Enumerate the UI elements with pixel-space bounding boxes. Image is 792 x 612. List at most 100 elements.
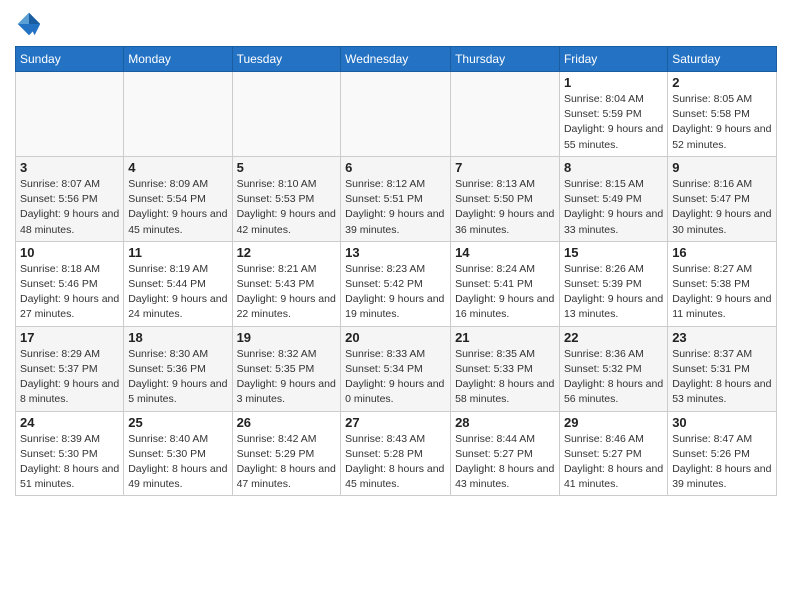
calendar-weekday-thursday: Thursday	[451, 47, 560, 72]
calendar-cell: 11Sunrise: 8:19 AM Sunset: 5:44 PM Dayli…	[124, 241, 232, 326]
calendar-weekday-wednesday: Wednesday	[341, 47, 451, 72]
calendar-cell: 19Sunrise: 8:32 AM Sunset: 5:35 PM Dayli…	[232, 326, 341, 411]
day-number: 6	[345, 160, 446, 175]
day-number: 16	[672, 245, 772, 260]
calendar-cell: 25 Sunrise: 8:40 AM Sunset: 5:30 PM Dayli…	[124, 411, 232, 496]
calendar-cell: 27 Sunrise: 8:43 AM Sunset: 5:28 PM Dayli…	[341, 411, 451, 496]
calendar-cell: 5 Sunrise: 8:10 AM Sunset: 5:53 PM Daylig…	[232, 156, 341, 241]
day-number: 14	[455, 245, 555, 260]
day-info: Sunrise: 8:46 AM Sunset: 5:27 PM Dayligh…	[564, 432, 663, 493]
day-info: Sunrise: 8:04 AM Sunset: 5:59 PM Dayligh…	[564, 92, 663, 153]
day-info: Sunrise: 8:30 AM Sunset: 5:36 PM Dayligh…	[128, 347, 227, 408]
day-number: 7	[455, 160, 555, 175]
day-info: Sunrise: 8:19 AM Sunset: 5:44 PM Dayligh…	[128, 262, 227, 323]
calendar-cell: 21 Sunrise: 8:35 AM Sunset: 5:33 PM Dayli…	[451, 326, 560, 411]
header	[15, 10, 777, 38]
day-number: 22	[564, 330, 663, 345]
calendar-cell: 12 Sunrise: 8:21 AM Sunset: 5:43 PM Dayli…	[232, 241, 341, 326]
day-info: Sunrise: 8:27 AM Sunset: 5:38 PM Dayligh…	[672, 262, 772, 323]
calendar-cell: 8 Sunrise: 8:15 AM Sunset: 5:49 PM Daylig…	[559, 156, 667, 241]
calendar-cell: 24 Sunrise: 8:39 AM Sunset: 5:30 PM Dayli…	[16, 411, 124, 496]
calendar-weekday-monday: Monday	[124, 47, 232, 72]
day-number: 24	[20, 415, 119, 430]
day-number: 5	[237, 160, 337, 175]
day-number: 12	[237, 245, 337, 260]
calendar-cell: 20Sunrise: 8:33 AM Sunset: 5:34 PM Dayli…	[341, 326, 451, 411]
calendar-cell: 7 Sunrise: 8:13 AM Sunset: 5:50 PM Daylig…	[451, 156, 560, 241]
calendar-weekday-friday: Friday	[559, 47, 667, 72]
day-number: 21	[455, 330, 555, 345]
day-info: Sunrise: 8:23 AM Sunset: 5:42 PM Dayligh…	[345, 262, 446, 323]
calendar-cell: 22 Sunrise: 8:36 AM Sunset: 5:32 PM Dayli…	[559, 326, 667, 411]
calendar-cell: 30 Sunrise: 8:47 AM Sunset: 5:26 PM Dayli…	[668, 411, 777, 496]
day-info: Sunrise: 8:21 AM Sunset: 5:43 PM Dayligh…	[237, 262, 337, 323]
day-number: 27	[345, 415, 446, 430]
day-info: Sunrise: 8:36 AM Sunset: 5:32 PM Dayligh…	[564, 347, 663, 408]
day-number: 29	[564, 415, 663, 430]
day-info: Sunrise: 8:40 AM Sunset: 5:30 PM Dayligh…	[128, 432, 227, 493]
day-info: Sunrise: 8:42 AM Sunset: 5:29 PM Dayligh…	[237, 432, 337, 493]
day-number: 28	[455, 415, 555, 430]
day-number: 15	[564, 245, 663, 260]
day-info: Sunrise: 8:37 AM Sunset: 5:31 PM Dayligh…	[672, 347, 772, 408]
calendar-weekday-saturday: Saturday	[668, 47, 777, 72]
calendar: SundayMondayTuesdayWednesdayThursdayFrid…	[15, 46, 777, 496]
day-number: 13	[345, 245, 446, 260]
calendar-cell: 15 Sunrise: 8:26 AM Sunset: 5:39 PM Dayli…	[559, 241, 667, 326]
calendar-weekday-tuesday: Tuesday	[232, 47, 341, 72]
calendar-cell: 6 Sunrise: 8:12 AM Sunset: 5:51 PM Daylig…	[341, 156, 451, 241]
day-info: Sunrise: 8:07 AM Sunset: 5:56 PM Dayligh…	[20, 177, 119, 238]
day-info: Sunrise: 8:18 AM Sunset: 5:46 PM Dayligh…	[20, 262, 119, 323]
day-info: Sunrise: 8:44 AM Sunset: 5:27 PM Dayligh…	[455, 432, 555, 493]
day-number: 3	[20, 160, 119, 175]
day-number: 17	[20, 330, 119, 345]
day-number: 4	[128, 160, 227, 175]
calendar-cell: 13 Sunrise: 8:23 AM Sunset: 5:42 PM Dayli…	[341, 241, 451, 326]
day-info: Sunrise: 8:13 AM Sunset: 5:50 PM Dayligh…	[455, 177, 555, 238]
day-number: 18	[128, 330, 227, 345]
day-info: Sunrise: 8:39 AM Sunset: 5:30 PM Dayligh…	[20, 432, 119, 493]
day-info: Sunrise: 8:15 AM Sunset: 5:49 PM Dayligh…	[564, 177, 663, 238]
calendar-cell: 10 Sunrise: 8:18 AM Sunset: 5:46 PM Dayli…	[16, 241, 124, 326]
day-info: Sunrise: 8:09 AM Sunset: 5:54 PM Dayligh…	[128, 177, 227, 238]
calendar-cell	[451, 72, 560, 157]
calendar-cell	[341, 72, 451, 157]
calendar-cell: 3 Sunrise: 8:07 AM Sunset: 5:56 PM Daylig…	[16, 156, 124, 241]
day-info: Sunrise: 8:43 AM Sunset: 5:28 PM Dayligh…	[345, 432, 446, 493]
calendar-cell: 9Sunrise: 8:16 AM Sunset: 5:47 PM Daylig…	[668, 156, 777, 241]
calendar-cell	[124, 72, 232, 157]
calendar-cell: 17 Sunrise: 8:29 AM Sunset: 5:37 PM Dayli…	[16, 326, 124, 411]
calendar-cell	[16, 72, 124, 157]
day-number: 19	[237, 330, 337, 345]
calendar-header-row: SundayMondayTuesdayWednesdayThursdayFrid…	[16, 47, 777, 72]
calendar-cell: 18 Sunrise: 8:30 AM Sunset: 5:36 PM Dayli…	[124, 326, 232, 411]
calendar-cell: 23Sunrise: 8:37 AM Sunset: 5:31 PM Dayli…	[668, 326, 777, 411]
day-number: 25	[128, 415, 227, 430]
day-info: Sunrise: 8:10 AM Sunset: 5:53 PM Dayligh…	[237, 177, 337, 238]
calendar-cell: 2Sunrise: 8:05 AM Sunset: 5:58 PM Daylig…	[668, 72, 777, 157]
calendar-cell: 26Sunrise: 8:42 AM Sunset: 5:29 PM Dayli…	[232, 411, 341, 496]
calendar-week-row: 10 Sunrise: 8:18 AM Sunset: 5:46 PM Dayli…	[16, 241, 777, 326]
calendar-week-row: 17 Sunrise: 8:29 AM Sunset: 5:37 PM Dayli…	[16, 326, 777, 411]
day-info: Sunrise: 8:24 AM Sunset: 5:41 PM Dayligh…	[455, 262, 555, 323]
calendar-week-row: 24 Sunrise: 8:39 AM Sunset: 5:30 PM Dayli…	[16, 411, 777, 496]
calendar-cell	[232, 72, 341, 157]
calendar-cell: 16 Sunrise: 8:27 AM Sunset: 5:38 PM Dayli…	[668, 241, 777, 326]
day-info: Sunrise: 8:12 AM Sunset: 5:51 PM Dayligh…	[345, 177, 446, 238]
day-info: Sunrise: 8:47 AM Sunset: 5:26 PM Dayligh…	[672, 432, 772, 493]
logo	[15, 10, 47, 38]
day-number: 8	[564, 160, 663, 175]
calendar-cell: 1Sunrise: 8:04 AM Sunset: 5:59 PM Daylig…	[559, 72, 667, 157]
calendar-weekday-sunday: Sunday	[16, 47, 124, 72]
day-info: Sunrise: 8:16 AM Sunset: 5:47 PM Dayligh…	[672, 177, 772, 238]
day-info: Sunrise: 8:26 AM Sunset: 5:39 PM Dayligh…	[564, 262, 663, 323]
logo-icon	[15, 10, 43, 38]
calendar-cell: 29 Sunrise: 8:46 AM Sunset: 5:27 PM Dayli…	[559, 411, 667, 496]
day-info: Sunrise: 8:29 AM Sunset: 5:37 PM Dayligh…	[20, 347, 119, 408]
day-info: Sunrise: 8:05 AM Sunset: 5:58 PM Dayligh…	[672, 92, 772, 153]
day-number: 30	[672, 415, 772, 430]
calendar-week-row: 3 Sunrise: 8:07 AM Sunset: 5:56 PM Daylig…	[16, 156, 777, 241]
day-info: Sunrise: 8:35 AM Sunset: 5:33 PM Dayligh…	[455, 347, 555, 408]
day-number: 10	[20, 245, 119, 260]
calendar-cell: 14 Sunrise: 8:24 AM Sunset: 5:41 PM Dayli…	[451, 241, 560, 326]
